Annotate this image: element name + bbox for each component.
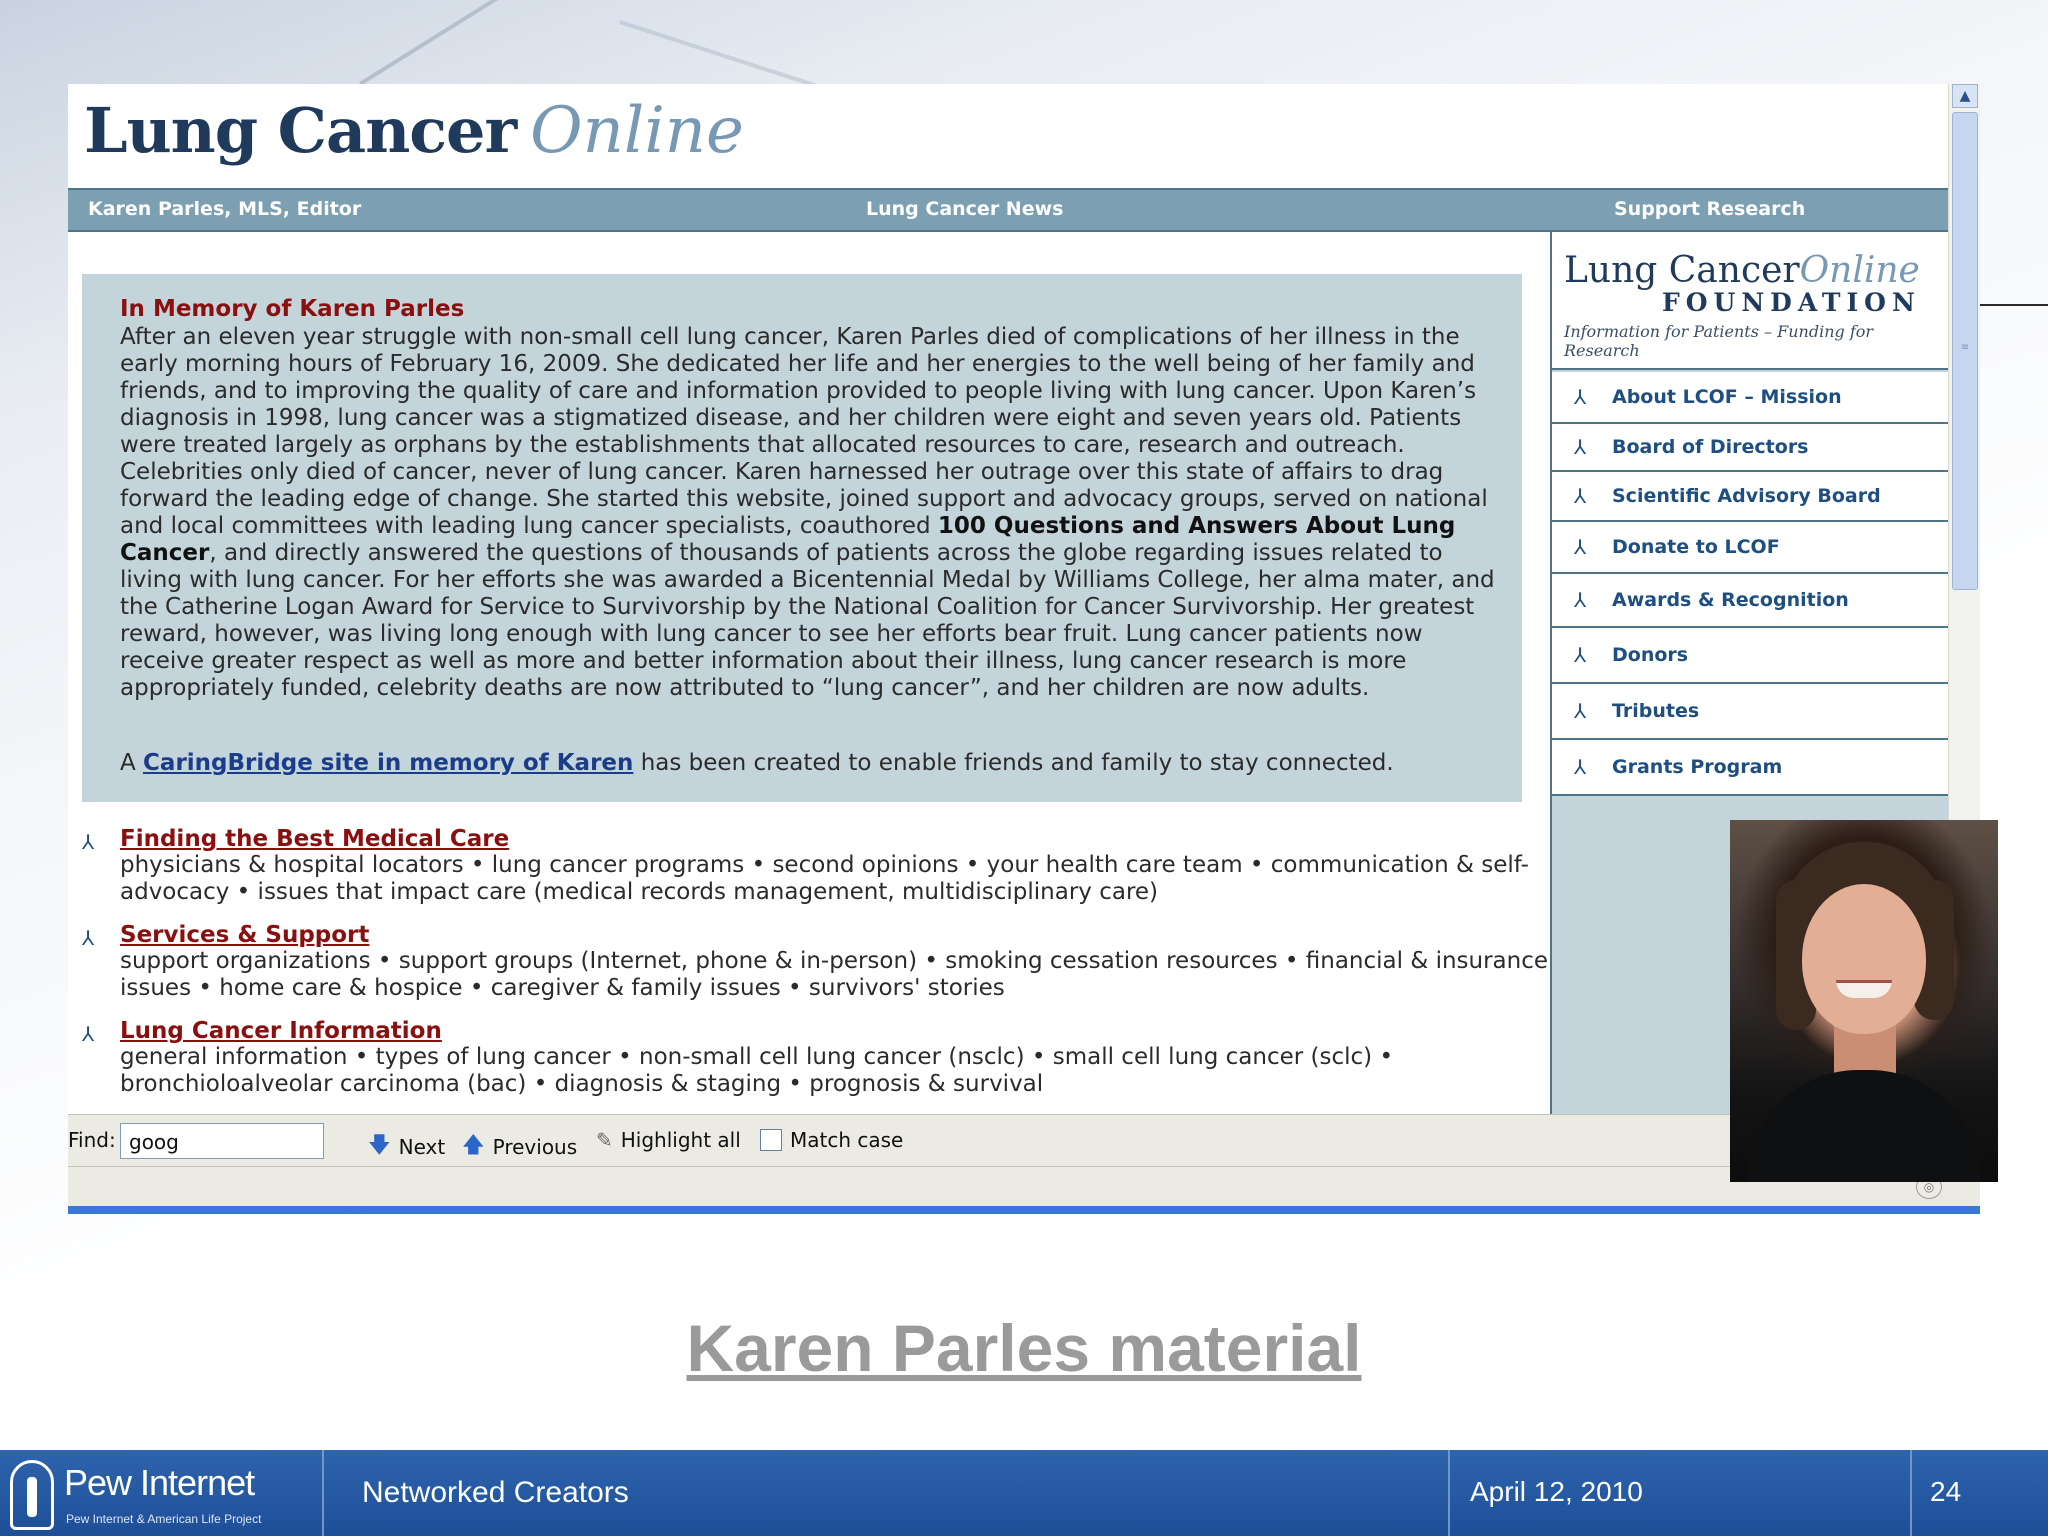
slide-footer: Pew Internet Pew Internet & American Lif… (0, 1450, 2048, 1536)
site-logo[interactable]: Lung Cancer Online (84, 94, 744, 174)
arrow-bullet-icon: ⅄ (82, 926, 95, 950)
nav-news-link[interactable]: Lung Cancer News (866, 198, 1063, 220)
section-description: physicians & hospital locators • lung ca… (120, 852, 1529, 905)
footer-divider (1448, 1450, 1450, 1536)
memorial-text: After an eleven year struggle with non-s… (120, 324, 1500, 702)
foundation-logo-main: Lung Cancer (1564, 250, 1800, 291)
footer-divider (1910, 1450, 1912, 1536)
find-input[interactable]: goog (120, 1123, 324, 1159)
memorial-panel: In Memory of Karen Parles After an eleve… (82, 274, 1522, 802)
find-previous-button[interactable]: 🡅 Previous (462, 1128, 577, 1166)
find-next-label: Next (398, 1135, 446, 1159)
nav-editor-link[interactable]: Karen Parles, MLS, Editor (88, 198, 361, 220)
find-label: Find: (68, 1128, 116, 1152)
slide-divider-line (1980, 304, 2048, 306)
foundation-logo-accent: Online (1799, 250, 1920, 291)
footer-date: April 12, 2010 (1470, 1476, 1643, 1507)
highlighter-icon: ✎ (596, 1128, 613, 1152)
section-title-link[interactable]: Finding the Best Medical Care (120, 826, 509, 852)
arrow-bullet-icon: ⅄ (1574, 435, 1587, 459)
sidebar-item-label: Tributes (1612, 700, 1700, 722)
pew-brand: Pew Internet (64, 1462, 255, 1503)
sidebar-item-grants[interactable]: ⅄ Grants Program (1552, 740, 1948, 796)
arrow-bullet-icon: ⅄ (1574, 643, 1587, 667)
logo-accent-text: Online (530, 94, 744, 168)
foundation-logo-sub: FOUNDATION (1662, 288, 1921, 317)
logo-main-text: Lung Cancer (84, 94, 517, 167)
foundation-logo-title: Lung CancerOnline (1564, 250, 1920, 291)
highlight-all-label: Highlight all (620, 1128, 741, 1152)
slide-caption: Karen Parles material (0, 1310, 2048, 1386)
arrow-bullet-icon: ⅄ (1574, 535, 1587, 559)
sidebar-item-label: Donors (1612, 644, 1689, 666)
nav-support-link[interactable]: Support Research (1614, 198, 1805, 220)
sidebar-item-label: Donate to LCOF (1612, 536, 1780, 558)
find-previous-label: Previous (492, 1135, 578, 1159)
foundation-tagline: Information for Patients – Funding for R… (1564, 322, 1874, 360)
section-description: general information • types of lung canc… (120, 1044, 1394, 1097)
section-title-link[interactable]: Lung Cancer Information (120, 1018, 442, 1044)
sidebar-item-label: Grants Program (1612, 756, 1783, 778)
footer-topic: Networked Creators (362, 1476, 629, 1509)
link-prefix: A (120, 750, 136, 776)
memorial-heading: In Memory of Karen Parles (120, 296, 465, 322)
match-case-checkbox[interactable]: Match case (760, 1128, 903, 1152)
foundation-logo[interactable]: Lung CancerOnline FOUNDATION Information… (1552, 232, 1948, 370)
arrow-bullet-icon: ⅄ (1574, 484, 1587, 508)
arrow-bullet-icon: ⅄ (1574, 699, 1587, 723)
sidebar-item-advisory[interactable]: ⅄ Scientific Advisory Board (1552, 472, 1948, 522)
sidebar-item-donate[interactable]: ⅄ Donate to LCOF (1552, 522, 1948, 574)
arrow-bullet-icon: ⅄ (82, 830, 95, 854)
sidebar-item-about[interactable]: ⅄ About LCOF – Mission (1552, 372, 1948, 424)
arrow-bullet-icon: ⅄ (1574, 588, 1587, 612)
sidebar-item-board[interactable]: ⅄ Board of Directors (1552, 424, 1948, 472)
slide-caption-text[interactable]: Karen Parles material (686, 1311, 1361, 1385)
arrow-bullet-icon: ⅄ (1574, 385, 1587, 409)
down-arrow-icon: 🡇 (368, 1133, 391, 1158)
match-case-label: Match case (790, 1128, 904, 1152)
sidebar-item-label: Scientific Advisory Board (1612, 485, 1881, 507)
link-suffix: has been created to enable friends and f… (640, 750, 1394, 776)
memorial-text-part: , and directly answered the questions of… (120, 540, 1495, 701)
footer-divider (322, 1450, 324, 1536)
arrow-bullet-icon: ⅄ (82, 1022, 95, 1046)
karen-parles-photo (1730, 820, 1998, 1182)
caringbridge-link[interactable]: CaringBridge site in memory of Karen (143, 750, 633, 776)
caringbridge-line: A CaringBridge site in memory of Karen h… (120, 750, 1394, 776)
sidebar-item-awards[interactable]: ⅄ Awards & Recognition (1552, 574, 1948, 628)
site-navbar: Karen Parles, MLS, Editor Lung Cancer Ne… (68, 188, 1948, 232)
up-arrow-icon: 🡅 (462, 1133, 485, 1158)
highlight-all-button[interactable]: ✎ Highlight all (596, 1128, 741, 1152)
grip-icon: ≡ (1960, 342, 1970, 353)
scroll-up-icon[interactable]: ▲ (1952, 84, 1978, 108)
section-description: support organizations • support groups (… (120, 948, 1549, 1001)
sidebar-item-tributes[interactable]: ⅄ Tributes (1552, 684, 1948, 740)
status-bar: ◎ (68, 1166, 1980, 1206)
find-bar: Find: goog 🡇 Next 🡅 Previous ✎ Highlight al… (68, 1114, 1980, 1166)
memorial-text-part: After an eleven year struggle with non-s… (120, 324, 1488, 539)
photo-detail (1748, 1070, 1980, 1182)
footer-page-number: 24 (1930, 1476, 1962, 1507)
window-bottom-bar (68, 1206, 1980, 1214)
checkbox-icon[interactable] (760, 1129, 782, 1151)
pew-logo-icon (10, 1460, 54, 1530)
section-title-link[interactable]: Services & Support (120, 922, 369, 948)
sidebar-item-label: About LCOF – Mission (1612, 386, 1842, 408)
sidebar-item-label: Awards & Recognition (1612, 589, 1849, 611)
pew-brand-sub: Pew Internet & American Life Project (66, 1512, 262, 1526)
sidebar-item-donors[interactable]: ⅄ Donors (1552, 628, 1948, 684)
arrow-bullet-icon: ⅄ (1574, 755, 1587, 779)
sidebar-item-label: Board of Directors (1612, 436, 1809, 458)
browser-window: Lung Cancer Online Karen Parles, MLS, Ed… (68, 84, 1980, 1214)
find-next-button[interactable]: 🡇 Next (368, 1128, 445, 1166)
background-decor (358, 0, 803, 86)
photo-detail (1802, 884, 1926, 1034)
